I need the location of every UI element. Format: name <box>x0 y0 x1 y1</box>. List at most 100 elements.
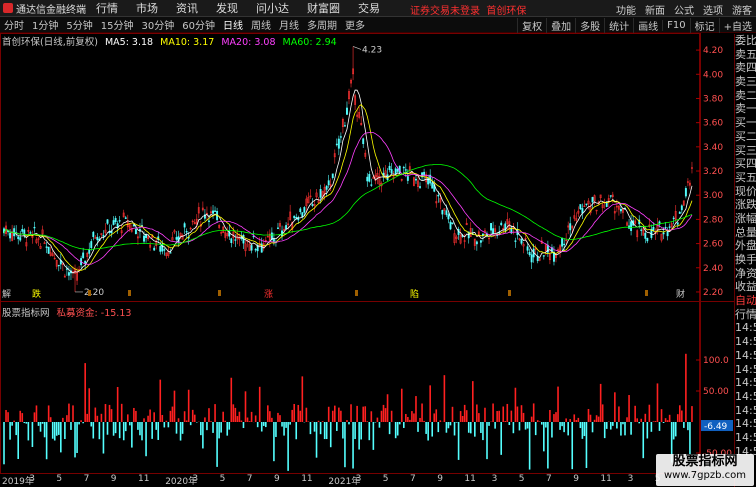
candle-body <box>110 231 113 234</box>
quote-ratio: 委比 <box>735 34 756 47</box>
indicator-bar <box>64 422 66 440</box>
app-logo: 通达信金融终端 <box>0 1 87 16</box>
date-label: 3 <box>355 474 362 484</box>
period-1min[interactable]: 1分钟 <box>28 17 62 32</box>
menu-item-markets[interactable]: 市场 <box>127 0 167 16</box>
candle-body <box>492 228 495 235</box>
period-intraday[interactable]: 分时 <box>0 17 28 32</box>
indicator-bar <box>248 421 251 422</box>
period-30min[interactable]: 30分钟 <box>137 17 178 32</box>
menu-item-discover[interactable]: 发现 <box>207 0 247 16</box>
date-label: 9 <box>437 474 443 484</box>
period-5min[interactable]: 5分钟 <box>62 17 96 32</box>
login-warning[interactable]: 证券交易未登录 首创环保 <box>410 2 526 17</box>
menu-item-ask[interactable]: 问小达 <box>247 0 298 16</box>
menu-options[interactable]: 选项 <box>703 2 723 17</box>
period-more[interactable]: 更多 <box>341 17 369 32</box>
indicator-bar <box>114 422 117 434</box>
indicator-bar <box>27 422 30 441</box>
tool-statistics[interactable]: 统计 <box>604 17 633 33</box>
indicator-bar <box>526 422 529 429</box>
indicator-bar <box>133 407 135 422</box>
indicator-bar <box>488 422 490 426</box>
indicator-bar <box>285 422 287 428</box>
quote-bid2: 买二 <box>735 129 756 143</box>
indicator-value: -15.13 <box>100 308 132 319</box>
indicator-bar <box>84 363 86 422</box>
candle-body <box>214 210 217 212</box>
menu-item-wealth[interactable]: 财富圈 <box>298 0 349 16</box>
menu-guest[interactable]: 游客 <box>732 2 752 17</box>
candle-body <box>579 204 582 210</box>
indicator-bar <box>431 422 434 437</box>
period-daily[interactable]: 日线 <box>219 17 247 32</box>
menu-item-news[interactable]: 资讯 <box>167 0 207 16</box>
tool-adjust[interactable]: 复权 <box>517 17 546 33</box>
period-weekly[interactable]: 周线 <box>247 17 275 32</box>
indicator-bar <box>338 407 340 422</box>
indicator-bar <box>540 422 543 425</box>
indicator-bar <box>7 412 9 422</box>
tool-draw[interactable]: 画线 <box>633 17 662 33</box>
indicator-bar <box>510 410 513 422</box>
candle-body <box>451 222 454 224</box>
indicator-bar <box>232 404 235 422</box>
indicator-bar <box>563 422 565 433</box>
tick-auto[interactable]: 自动 <box>735 294 756 308</box>
indicator-bar <box>616 422 618 429</box>
indicator-bar <box>331 410 334 422</box>
indicator-bar <box>13 420 15 422</box>
price-tick-label: 3.80 <box>703 94 723 104</box>
indicator-bar <box>502 406 505 422</box>
indicator-bar <box>167 422 170 428</box>
period-60min[interactable]: 60分钟 <box>178 17 219 32</box>
menu-formula[interactable]: 公式 <box>674 2 694 17</box>
indicator-bar <box>35 405 38 422</box>
indicator-bar <box>141 422 143 441</box>
indicator-bar <box>380 410 383 422</box>
period-multi[interactable]: 多周期 <box>303 17 341 32</box>
period-15min[interactable]: 15分钟 <box>97 17 138 32</box>
candle-body <box>526 246 529 251</box>
tool-multi-stock[interactable]: 多股 <box>575 17 604 33</box>
tick-row: 14:56 <box>735 348 756 362</box>
kline-chart[interactable]: 4.20 4.00 3.80 3.60 3.40 3.20 3.00 2.80 2.60 2.40… <box>0 33 734 474</box>
menu-item-trade[interactable]: 交易 <box>349 0 389 16</box>
indicator-bar <box>591 422 594 433</box>
indicator-bar <box>108 404 111 422</box>
indicator-bar <box>171 406 174 422</box>
period-monthly[interactable]: 月线 <box>275 17 303 32</box>
indicator-bar <box>394 422 397 439</box>
tool-mark[interactable]: 标记 <box>689 17 719 33</box>
menu-new[interactable]: 新面 <box>645 2 665 17</box>
indicator-bar <box>360 422 362 440</box>
tool-overlay[interactable]: 叠加 <box>546 17 575 33</box>
indicator-name: 私募资金: <box>56 308 98 319</box>
indicator-bar <box>415 396 417 422</box>
indicator-bar <box>281 422 283 427</box>
indicator-bar <box>43 422 46 438</box>
indicator-bar <box>352 422 354 469</box>
indicator-bar <box>264 422 267 428</box>
indicator-bar <box>218 422 220 439</box>
candle-body <box>212 210 214 214</box>
tool-f10[interactable]: F10 <box>662 19 689 31</box>
tool-add-watchlist[interactable]: +自选 <box>718 17 756 33</box>
quote-ask5: 卖五 <box>735 47 756 61</box>
menu-function[interactable]: 功能 <box>616 2 636 17</box>
quote-ask1: 卖一 <box>735 102 756 116</box>
indicator-bar <box>549 409 551 422</box>
menu-item-market[interactable]: 行情 <box>87 0 127 16</box>
indicator-bar <box>620 422 622 436</box>
indicator-bar <box>346 420 348 422</box>
candle-body <box>33 226 36 229</box>
date-label: 3 <box>192 474 199 484</box>
main-menu: 行情 市场 资讯 发现 问小达 财富圈 交易 <box>87 0 389 16</box>
indicator-bar <box>143 418 145 422</box>
indicator-bar <box>630 422 632 435</box>
indicator-bar <box>435 409 438 422</box>
indicator-bar <box>691 406 693 422</box>
right-menu: 功能 新面 公式 选项 游客 <box>616 2 752 17</box>
candle-body <box>561 237 564 247</box>
low-label: 2.20 <box>84 288 104 298</box>
